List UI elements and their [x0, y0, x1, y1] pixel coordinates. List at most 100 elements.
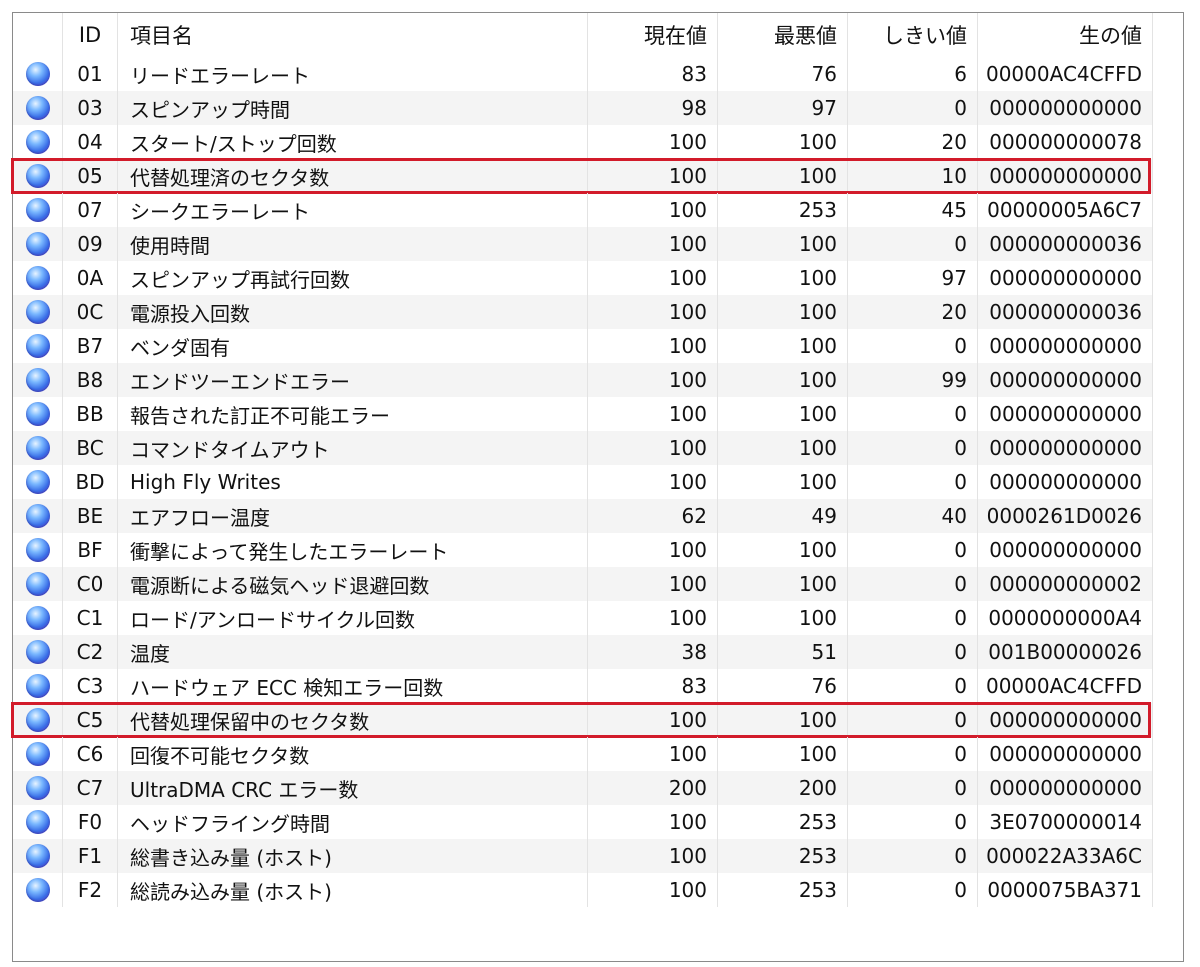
worst-value: 100: [718, 533, 848, 567]
attribute-id: C3: [63, 669, 118, 703]
attribute-id: B7: [63, 329, 118, 363]
raw-value: 000000000000: [978, 91, 1153, 125]
raw-value: 000000000000: [978, 261, 1153, 295]
table-row[interactable]: C0 電源断による磁気ヘッド退避回数 100 100 0 000000000002: [13, 567, 1153, 601]
threshold-value: 10: [848, 159, 978, 193]
table-row[interactable]: C2 温度 38 51 0 001B00000026: [13, 635, 1153, 669]
table-row[interactable]: F1 総書き込み量 (ホスト) 100 253 0 000022A33A6C: [13, 839, 1153, 873]
status-cell: [13, 397, 63, 431]
current-value: 100: [588, 805, 718, 839]
attribute-name: ロード/アンロードサイクル回数: [118, 601, 588, 635]
table-row[interactable]: B7 ベンダ固有 100 100 0 000000000000: [13, 329, 1153, 363]
table-row[interactable]: BD High Fly Writes 100 100 0 000000000000: [13, 465, 1153, 499]
worst-value: 100: [718, 159, 848, 193]
status-cell: [13, 499, 63, 533]
health-good-icon: [25, 436, 50, 460]
header-raw[interactable]: 生の値: [978, 13, 1153, 57]
table-row[interactable]: B8 エンドツーエンドエラー 100 100 99 000000000000: [13, 363, 1153, 397]
table-row[interactable]: BE エアフロー温度 62 49 40 0000261D0026: [13, 499, 1153, 533]
attribute-name: 総読み込み量 (ホスト): [118, 873, 588, 907]
attribute-id: 0A: [63, 261, 118, 295]
current-value: 100: [588, 533, 718, 567]
health-good-icon: [25, 708, 50, 732]
current-value: 100: [588, 737, 718, 771]
status-cell: [13, 669, 63, 703]
attribute-name: 報告された訂正不可能エラー: [118, 397, 588, 431]
current-value: 62: [588, 499, 718, 533]
raw-value: 000000000000: [978, 465, 1153, 499]
threshold-value: 0: [848, 397, 978, 431]
raw-value: 000000000000: [978, 703, 1153, 737]
status-cell: [13, 771, 63, 805]
header-id[interactable]: ID: [63, 13, 118, 57]
raw-value: 000022A33A6C: [978, 839, 1153, 873]
table-row[interactable]: F2 総読み込み量 (ホスト) 100 253 0 0000075BA371: [13, 873, 1153, 907]
worst-value: 100: [718, 397, 848, 431]
raw-value: 00000AC4CFFD: [978, 669, 1153, 703]
table-row[interactable]: 04 スタート/ストップ回数 100 100 20 000000000078: [13, 125, 1153, 159]
threshold-value: 40: [848, 499, 978, 533]
table-row[interactable]: 07 シークエラーレート 100 253 45 00000005A6C7: [13, 193, 1153, 227]
table-row[interactable]: F0 ヘッドフライング時間 100 253 0 3E0700000014: [13, 805, 1153, 839]
health-good-icon: [25, 810, 50, 834]
status-cell: [13, 703, 63, 737]
worst-value: 76: [718, 669, 848, 703]
table-row[interactable]: BC コマンドタイムアウト 100 100 0 000000000000: [13, 431, 1153, 465]
header-threshold[interactable]: しきい値: [848, 13, 978, 57]
smart-attributes-table[interactable]: ID 項目名 現在値 最悪値 しきい値 生の値 01 リードエラーレート 83 76 6…: [11, 13, 1153, 907]
raw-value: 0000075BA371: [978, 873, 1153, 907]
current-value: 100: [588, 839, 718, 873]
attribute-name: スタート/ストップ回数: [118, 125, 588, 159]
raw-value: 000000000000: [978, 397, 1153, 431]
table-row[interactable]: C7 UltraDMA CRC エラー数 200 200 0 000000000000: [13, 771, 1153, 805]
table-row[interactable]: 05 代替処理済のセクタ数 100 100 10 000000000000: [11, 158, 1153, 194]
status-cell: [13, 57, 63, 91]
attribute-id: 04: [63, 125, 118, 159]
table-row[interactable]: 0C 電源投入回数 100 100 20 000000000036: [13, 295, 1153, 329]
current-value: 83: [588, 669, 718, 703]
table-row[interactable]: 01 リードエラーレート 83 76 6 00000AC4CFFD: [13, 57, 1153, 91]
health-good-icon: [25, 334, 50, 358]
status-cell: [13, 227, 63, 261]
table-row[interactable]: C1 ロード/アンロードサイクル回数 100 100 0 0000000000A4: [13, 601, 1153, 635]
worst-value: 253: [718, 805, 848, 839]
table-row[interactable]: 0A スピンアップ再試行回数 100 100 97 000000000000: [13, 261, 1153, 295]
worst-value: 100: [718, 601, 848, 635]
table-row[interactable]: 09 使用時間 100 100 0 000000000036: [13, 227, 1153, 261]
health-good-icon: [25, 266, 50, 290]
worst-value: 100: [718, 261, 848, 295]
table-row[interactable]: C6 回復不可能セクタ数 100 100 0 000000000000: [13, 737, 1153, 771]
table-row[interactable]: BF 衝撃によって発生したエラーレート 100 100 0 000000000000: [13, 533, 1153, 567]
header-name[interactable]: 項目名: [118, 13, 588, 57]
attribute-id: F0: [63, 805, 118, 839]
table-row[interactable]: C3 ハードウェア ECC 検知エラー回数 83 76 0 00000AC4CFFD: [13, 669, 1153, 703]
attribute-id: BE: [63, 499, 118, 533]
worst-value: 100: [718, 431, 848, 465]
attribute-name: 回復不可能セクタ数: [118, 737, 588, 771]
threshold-value: 6: [848, 57, 978, 91]
attribute-name: コマンドタイムアウト: [118, 431, 588, 465]
threshold-value: 20: [848, 125, 978, 159]
threshold-value: 20: [848, 295, 978, 329]
health-good-icon: [25, 96, 50, 120]
threshold-value: 45: [848, 193, 978, 227]
table-row[interactable]: BB 報告された訂正不可能エラー 100 100 0 000000000000: [13, 397, 1153, 431]
health-good-icon: [25, 402, 50, 426]
current-value: 100: [588, 159, 718, 193]
header-current[interactable]: 現在値: [588, 13, 718, 57]
worst-value: 253: [718, 193, 848, 227]
worst-value: 253: [718, 873, 848, 907]
table-row[interactable]: 03 スピンアップ時間 98 97 0 000000000000: [13, 91, 1153, 125]
current-value: 38: [588, 635, 718, 669]
table-row[interactable]: C5 代替処理保留中のセクタ数 100 100 0 000000000000: [11, 702, 1153, 738]
header-status-column[interactable]: [13, 13, 63, 57]
attribute-name: 代替処理済のセクタ数: [118, 159, 588, 193]
attribute-id: 0C: [63, 295, 118, 329]
raw-value: 000000000000: [978, 737, 1153, 771]
worst-value: 100: [718, 125, 848, 159]
status-cell: [13, 91, 63, 125]
header-worst[interactable]: 最悪値: [718, 13, 848, 57]
health-good-icon: [25, 538, 50, 562]
raw-value: 000000000000: [978, 329, 1153, 363]
attribute-name: 代替処理保留中のセクタ数: [118, 703, 588, 737]
